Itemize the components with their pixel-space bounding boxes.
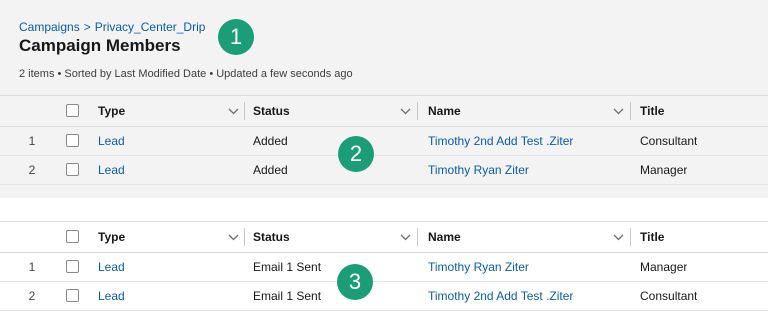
row-checkbox[interactable] <box>66 260 79 273</box>
status-cell: Email 1 Sent <box>253 288 322 303</box>
column-header-title[interactable]: Title <box>640 96 664 126</box>
title-cell: Consultant <box>640 133 698 148</box>
table-row: 2 Lead Email 1 Sent Timothy 2nd Add Test… <box>0 281 768 311</box>
status-cell: Added <box>253 162 288 177</box>
title-cell: Consultant <box>640 288 698 303</box>
table-header-row: Type Status Name Title <box>0 95 768 127</box>
chevron-down-icon[interactable] <box>227 231 239 243</box>
column-header-name[interactable]: Name <box>428 222 461 252</box>
type-link[interactable]: Lead <box>98 281 125 310</box>
column-divider[interactable] <box>630 228 631 246</box>
table-row: 1 Lead Email 1 Sent Timothy Ryan Ziter M… <box>0 252 768 282</box>
row-number: 1 <box>28 259 36 274</box>
page-header: Campaigns > Privacy_Center_Drip Campaign M… <box>19 20 205 56</box>
column-divider[interactable] <box>244 228 245 246</box>
breadcrumb-campaign-link[interactable]: Privacy_Center_Drip <box>95 20 206 34</box>
campaign-members-panel: Campaigns > Privacy_Center_Drip Campaign M… <box>0 0 768 198</box>
column-divider[interactable] <box>244 102 245 120</box>
page: Campaigns > Privacy_Center_Drip Campaign M… <box>0 0 768 319</box>
chevron-down-icon[interactable] <box>399 231 411 243</box>
column-header-status[interactable]: Status <box>253 222 290 252</box>
row-number: 1 <box>28 133 36 148</box>
name-link[interactable]: Timothy Ryan Ziter <box>428 252 529 281</box>
title-cell: Manager <box>640 259 688 274</box>
chevron-down-icon[interactable] <box>399 105 411 117</box>
column-divider[interactable] <box>417 228 418 246</box>
chevron-down-icon[interactable] <box>612 105 624 117</box>
row-checkbox[interactable] <box>66 163 79 176</box>
table-row: 1 Lead Added Timothy 2nd Add Test .Ziter… <box>0 126 768 156</box>
chevron-down-icon[interactable] <box>227 105 239 117</box>
column-divider[interactable] <box>630 102 631 120</box>
column-header-title[interactable]: Title <box>640 222 664 252</box>
callout-badge: 2 <box>338 136 374 172</box>
panel-gap <box>0 198 768 210</box>
table-row: 2 Lead Added Timothy Ryan Ziter Manager <box>0 155 768 185</box>
breadcrumb-campaigns-link[interactable]: Campaigns <box>19 20 80 34</box>
column-header-name[interactable]: Name <box>428 96 461 126</box>
title-cell: Manager <box>640 162 688 177</box>
row-number: 2 <box>28 288 36 303</box>
column-header-type[interactable]: Type <box>98 96 125 126</box>
column-divider[interactable] <box>417 102 418 120</box>
column-header-type[interactable]: Type <box>98 222 125 252</box>
breadcrumb: Campaigns > Privacy_Center_Drip <box>19 20 205 34</box>
name-link[interactable]: Timothy 2nd Add Test .Ziter <box>428 126 573 155</box>
breadcrumb-separator: > <box>83 20 91 34</box>
select-all-checkbox[interactable] <box>66 230 79 243</box>
chevron-down-icon[interactable] <box>612 231 624 243</box>
status-cell: Added <box>253 133 288 148</box>
name-link[interactable]: Timothy Ryan Ziter <box>428 155 529 184</box>
row-number: 2 <box>28 162 36 177</box>
type-link[interactable]: Lead <box>98 126 125 155</box>
type-link[interactable]: Lead <box>98 155 125 184</box>
row-checkbox[interactable] <box>66 289 79 302</box>
campaign-members-panel-after: Type Status Name Title 1 Lead Email 1 Se… <box>0 210 768 319</box>
callout-badge: 1 <box>218 19 254 55</box>
type-link[interactable]: Lead <box>98 252 125 281</box>
list-summary: 2 items • Sorted by Last Modified Date •… <box>19 68 353 80</box>
table-header-row: Type Status Name Title <box>0 221 768 253</box>
name-link[interactable]: Timothy 2nd Add Test .Ziter <box>428 281 573 310</box>
row-checkbox[interactable] <box>66 134 79 147</box>
status-cell: Email 1 Sent <box>253 259 322 274</box>
callout-badge: 3 <box>337 264 373 300</box>
page-title: Campaign Members <box>19 36 181 55</box>
select-all-checkbox[interactable] <box>66 104 79 117</box>
column-header-status[interactable]: Status <box>253 96 290 126</box>
